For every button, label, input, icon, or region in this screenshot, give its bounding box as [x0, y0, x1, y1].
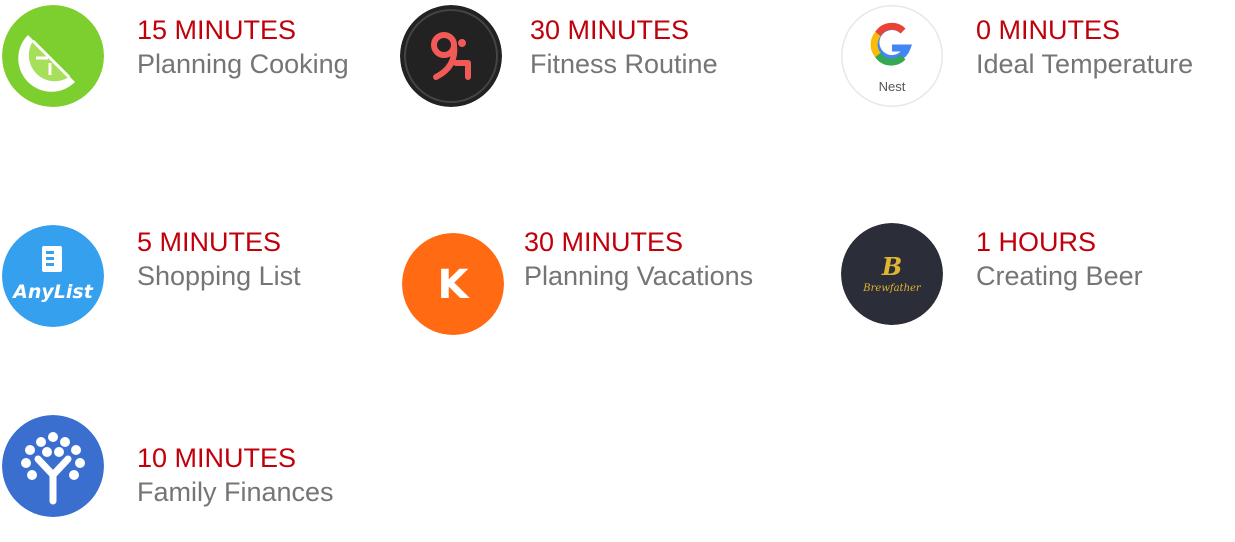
anylist-logo-text: AnyList [11, 281, 94, 303]
kayak-k-icon: K [402, 233, 504, 335]
tree-y-icon [2, 415, 104, 517]
activity-label: Family Finances [137, 477, 334, 507]
duration-label: 5 MINUTES [137, 227, 282, 257]
activity-label: Planning Vacations [524, 261, 754, 291]
anylist-icon: AnyList [2, 225, 104, 327]
activity-label: Ideal Temperature [976, 49, 1194, 79]
duration-label: 0 MINUTES [976, 15, 1121, 45]
duration-label: 10 MINUTES [137, 443, 297, 473]
google-nest-icon: Nest [841, 5, 943, 107]
fitness-figure-icon [400, 5, 502, 107]
duration-label: 15 MINUTES [137, 15, 297, 45]
activity-label: Fitness Routine [530, 49, 718, 79]
duration-label: 30 MINUTES [524, 227, 684, 257]
nest-logo-text: Nest [879, 79, 906, 94]
brewfather-logo-letter: B [881, 252, 902, 281]
activity-label: Creating Beer [976, 261, 1143, 291]
brewfather-icon: B Brewfather [841, 223, 943, 325]
duration-label: 1 HOURS [976, 227, 1097, 257]
activity-label: Planning Cooking [137, 49, 349, 79]
kayak-logo-letter: K [438, 262, 471, 308]
brewfather-logo-text: Brewfather [862, 283, 922, 294]
duration-label: 30 MINUTES [530, 15, 690, 45]
lime-slice-icon [2, 5, 104, 107]
activity-label: Shopping List [137, 261, 301, 291]
